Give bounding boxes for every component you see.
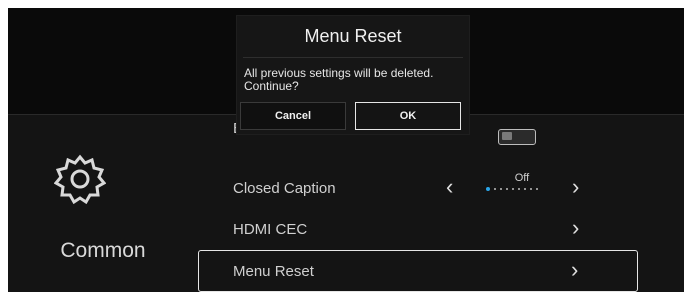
menu-item-hdmi-cec[interactable]: HDMI CEC › — [198, 210, 636, 250]
option-dot — [506, 188, 508, 190]
toggle-knob — [502, 132, 512, 140]
dialog-message: All previous settings will be deleted. C… — [244, 66, 434, 93]
option-dot — [536, 188, 538, 190]
chevron-left-icon[interactable]: ‹ — [446, 174, 453, 200]
menu-item-label: HDMI CEC — [233, 221, 308, 238]
menu-item-label: Menu Reset — [233, 263, 314, 280]
option-dot-active — [486, 187, 490, 191]
tv-screen: Common Blue Screen Closed Caption ‹ Off — [8, 8, 684, 292]
gear-icon — [54, 154, 106, 205]
option-dot — [512, 188, 514, 190]
chevron-right-icon: › — [571, 257, 579, 282]
chevron-right-icon[interactable]: › — [572, 174, 579, 200]
closed-caption-value: Off — [514, 172, 530, 184]
chevron-right-icon: › — [572, 215, 580, 240]
menu-item-label: Closed Caption — [233, 180, 336, 197]
category-panel: Common — [8, 115, 198, 292]
option-indicator-dots — [486, 187, 546, 194]
category-label: Common — [60, 239, 146, 262]
menu-item-menu-reset[interactable]: Menu Reset › — [198, 250, 638, 292]
option-dot — [494, 188, 496, 190]
dialog-divider — [243, 57, 463, 58]
menu-reset-dialog: Menu Reset All previous settings will be… — [237, 16, 469, 134]
menu-item-closed-caption[interactable]: Closed Caption ‹ Off › — [198, 169, 636, 209]
ok-button[interactable]: OK — [355, 102, 461, 130]
option-dot — [524, 188, 526, 190]
option-dot — [500, 188, 502, 190]
settings-content: Common Blue Screen Closed Caption ‹ Off — [8, 114, 684, 292]
blue-screen-toggle[interactable] — [498, 129, 536, 145]
option-dot — [530, 188, 532, 190]
option-dot — [518, 188, 520, 190]
cancel-button[interactable]: Cancel — [240, 102, 346, 130]
dialog-title: Menu Reset — [304, 26, 402, 46]
